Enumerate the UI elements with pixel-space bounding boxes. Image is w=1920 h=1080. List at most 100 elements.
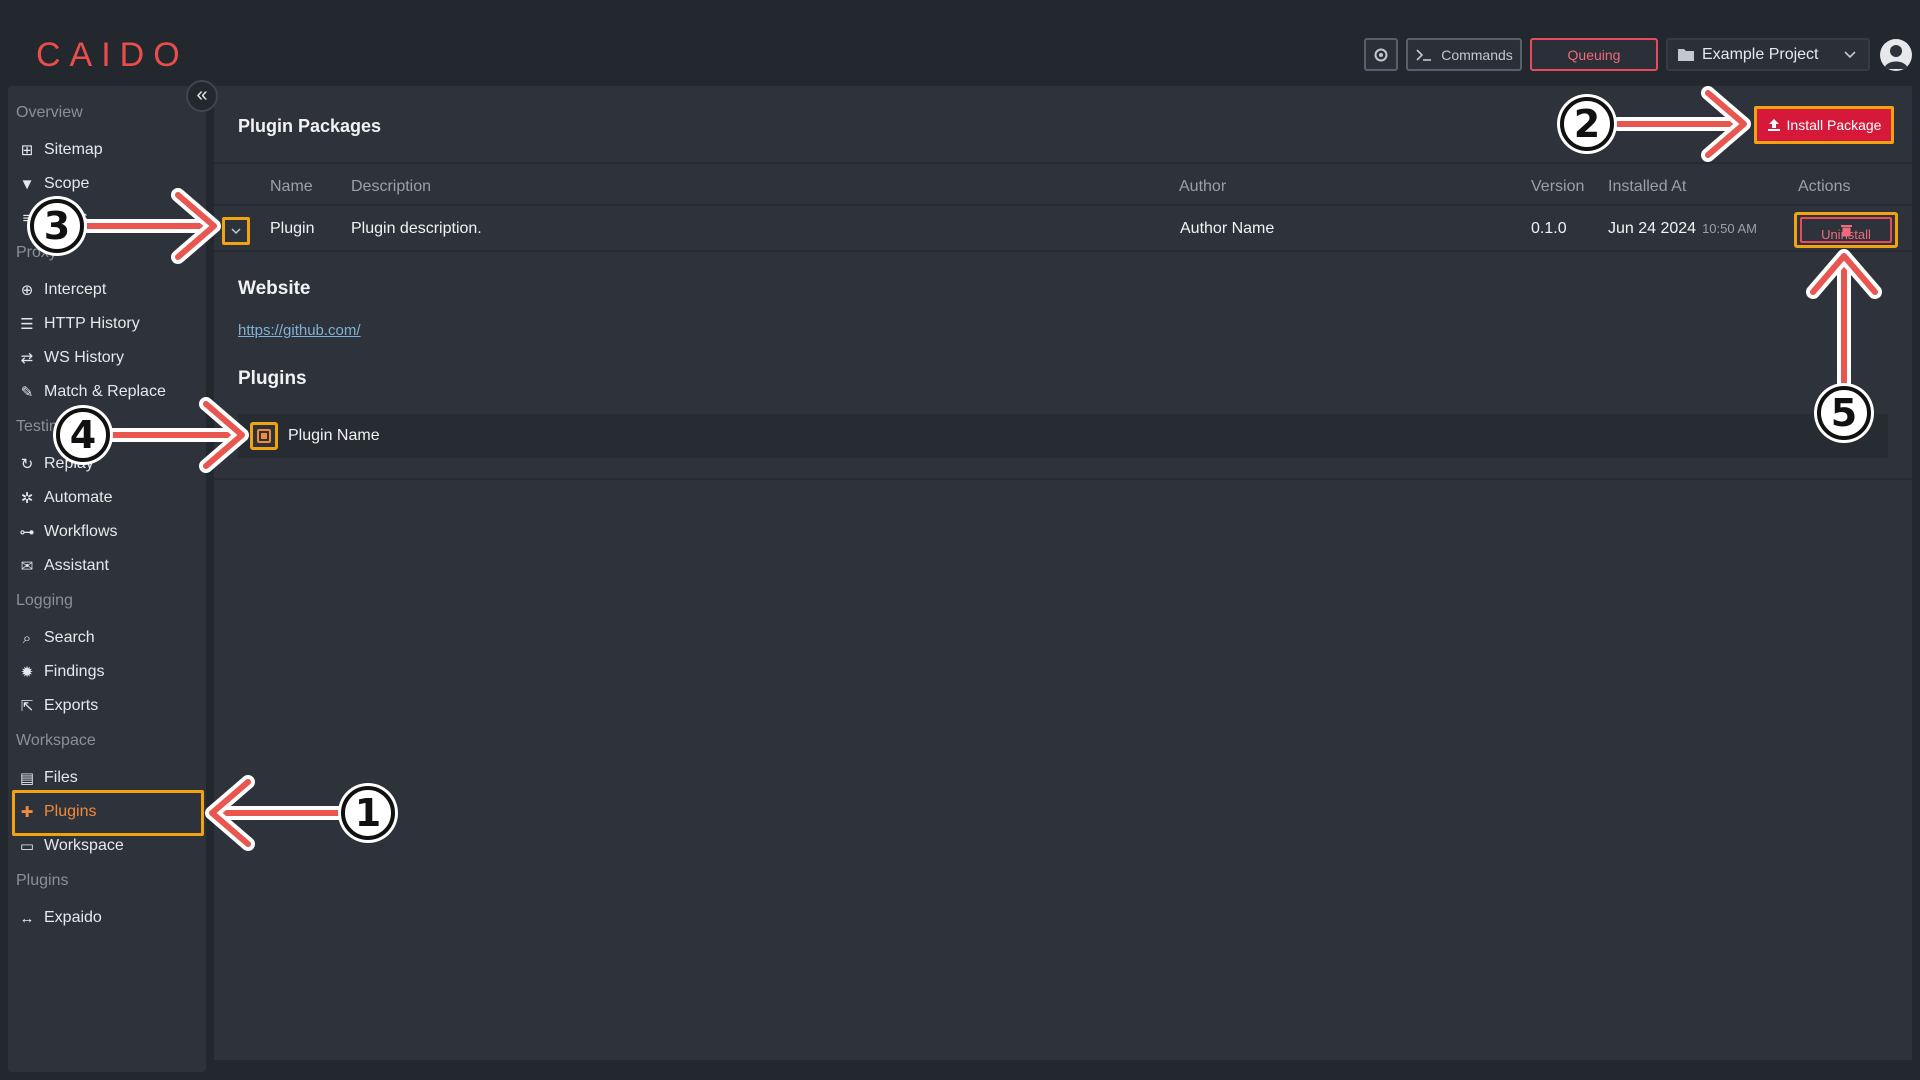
project-name: Example Project: [1702, 45, 1819, 63]
puzzle-icon: ✚: [20, 804, 34, 821]
installed-date: Jun 24 2024: [1608, 220, 1697, 237]
package-name: Plugin: [270, 220, 315, 237]
caido-logo: CAIDO: [36, 36, 189, 74]
column-actions: Actions: [1798, 178, 1851, 195]
install-package-label: Install Package: [1786, 117, 1882, 133]
uninstall-label: Uninstall: [1821, 227, 1871, 242]
plugins-heading: Plugins: [238, 368, 307, 389]
sidebar-item-assistant[interactable]: ✉ Assistant: [18, 551, 188, 581]
sidebar-item-label: Plugins: [44, 803, 97, 820]
install-package-button[interactable]: Install Package: [1754, 106, 1894, 144]
gear-icon: ✲: [20, 490, 34, 507]
uninstall-button[interactable]: Uninstall: [1800, 217, 1892, 243]
sidebar-item-files[interactable]: ▤ Files: [18, 763, 188, 793]
section-workspace: Workspace: [16, 732, 96, 749]
sidebar-item-intercept[interactable]: ⊕ Intercept: [18, 275, 188, 305]
website-heading: Website: [238, 278, 311, 299]
sidebar-item-match-replace[interactable]: ✎ Match & Replace: [18, 377, 188, 407]
column-version: Version: [1531, 178, 1585, 195]
sidebar-item-label: Files: [44, 769, 78, 786]
wrench-icon: ✎: [20, 384, 34, 401]
bug-icon: ✹: [20, 664, 34, 681]
sidebar-item-label: Sitemap: [44, 141, 103, 158]
sidebar-item-label: Findings: [44, 663, 105, 680]
sidebar-item-label: Match & Replace: [44, 383, 166, 400]
sidebar-item-ws-history[interactable]: ⇄ WS History: [18, 343, 188, 373]
sidebar-item-label: Assistant: [44, 557, 109, 574]
sidebar-item-label: Exports: [44, 697, 99, 714]
gear-icon: [1374, 48, 1388, 61]
sidebar-item-plugins[interactable]: ✚ Plugins: [18, 797, 188, 827]
column-description: Description: [351, 178, 432, 195]
section-logging: Logging: [16, 592, 73, 609]
sidebar-item-replay[interactable]: ↻ Replay: [18, 449, 188, 479]
sidebar-item-http-history[interactable]: ☰ HTTP History: [18, 309, 188, 339]
search-icon: ⌕: [22, 629, 32, 647]
plugin-list-item: Plugin Name: [238, 414, 1888, 458]
file-export-icon: ⇱: [20, 698, 34, 715]
panel-header: Plugin Packages Install Package: [214, 86, 1912, 164]
commands-label: Commands: [1441, 46, 1513, 63]
column-installed-at: Installed At: [1608, 178, 1687, 195]
sidebar-item-sitemap[interactable]: ⊞ Sitemap: [18, 135, 188, 165]
checkbox-icon: [257, 429, 271, 443]
sidebar-item-label: Scope: [44, 175, 90, 192]
sidebar-item-findings[interactable]: ✹ Findings: [18, 657, 188, 687]
sidebar-item-label: Filters: [44, 209, 88, 226]
page-title: Plugin Packages: [238, 116, 382, 136]
list-icon: ☰: [20, 316, 34, 333]
package-author: Author Name: [1180, 220, 1275, 237]
folder-icon: [1678, 49, 1694, 61]
plugin-toggle-checkbox[interactable]: [250, 422, 278, 450]
plugin-name: Plugin Name: [288, 427, 380, 444]
column-author: Author: [1179, 178, 1227, 195]
sidebar-item-expaido[interactable]: ↔ Expaido: [18, 903, 188, 933]
user-icon: [1884, 45, 1908, 69]
sidebar-item-workspace[interactable]: ▭ Workspace: [18, 831, 188, 861]
monitor-icon: ▭: [19, 838, 35, 855]
commands-button[interactable]: Commands: [1406, 38, 1522, 71]
top-bar: CAIDO Commands Queuing Example Project: [0, 0, 1920, 86]
uninstall-button-wrapper: Uninstall: [1794, 212, 1898, 248]
section-testing: Testing: [16, 418, 67, 435]
terminal-icon: [1416, 48, 1432, 61]
section-proxy: Proxy: [16, 244, 57, 261]
sitemap-icon: ⊞: [20, 142, 34, 159]
website-link[interactable]: https://github.com/: [238, 322, 361, 339]
settings-button[interactable]: [1364, 38, 1398, 71]
collapse-sidebar-button[interactable]: «: [186, 80, 218, 112]
workflow-icon: ⊶: [19, 524, 35, 541]
sidebar-item-label: Automate: [44, 489, 113, 506]
sidebar-item-label: Replay: [44, 455, 94, 472]
double-chevron-left-icon: «: [196, 84, 208, 106]
sidebar-item-label: Workflows: [44, 523, 118, 540]
table-row: Plugin Plugin description. Author Name 0…: [214, 208, 1912, 252]
sidebar-item-label: Expaido: [44, 909, 102, 926]
divider: [214, 478, 1912, 480]
filters-icon: ≡: [22, 209, 32, 227]
expand-row-button[interactable]: [222, 217, 250, 245]
user-avatar[interactable]: [1880, 39, 1912, 71]
sidebar-item-filters[interactable]: ≡ Filters: [18, 203, 188, 233]
sidebar-item-label: WS History: [44, 349, 124, 366]
filter-icon: ▼: [19, 175, 35, 193]
sidebar-item-automate[interactable]: ✲ Automate: [18, 483, 188, 513]
project-selector[interactable]: Example Project: [1666, 38, 1870, 71]
section-plugins: Plugins: [16, 872, 69, 889]
sidebar-item-label: Workspace: [44, 837, 124, 854]
sidebar-item-search[interactable]: ⌕ Search: [18, 623, 188, 653]
section-overview: Overview: [16, 104, 83, 121]
crosshair-icon: ⊕: [20, 282, 34, 299]
sidebar-item-exports[interactable]: ⇱ Exports: [18, 691, 188, 721]
table-header: Name Description Author Version Installe…: [214, 166, 1912, 206]
sidebar-item-workflows[interactable]: ⊶ Workflows: [18, 517, 188, 547]
sidebar-item-scope[interactable]: ▼ Scope: [18, 169, 188, 199]
chevron-down-icon: [1844, 51, 1856, 59]
upload-icon: [1767, 119, 1780, 131]
refresh-icon: ↻: [20, 456, 34, 473]
queuing-button[interactable]: Queuing: [1530, 38, 1658, 71]
package-version: 0.1.0: [1531, 220, 1567, 237]
plugin-packages-panel: Plugin Packages Install Package Name Des…: [214, 86, 1912, 1060]
arrows-exchange-icon: ⇄: [20, 350, 34, 367]
sidebar-item-label: Search: [44, 629, 95, 646]
